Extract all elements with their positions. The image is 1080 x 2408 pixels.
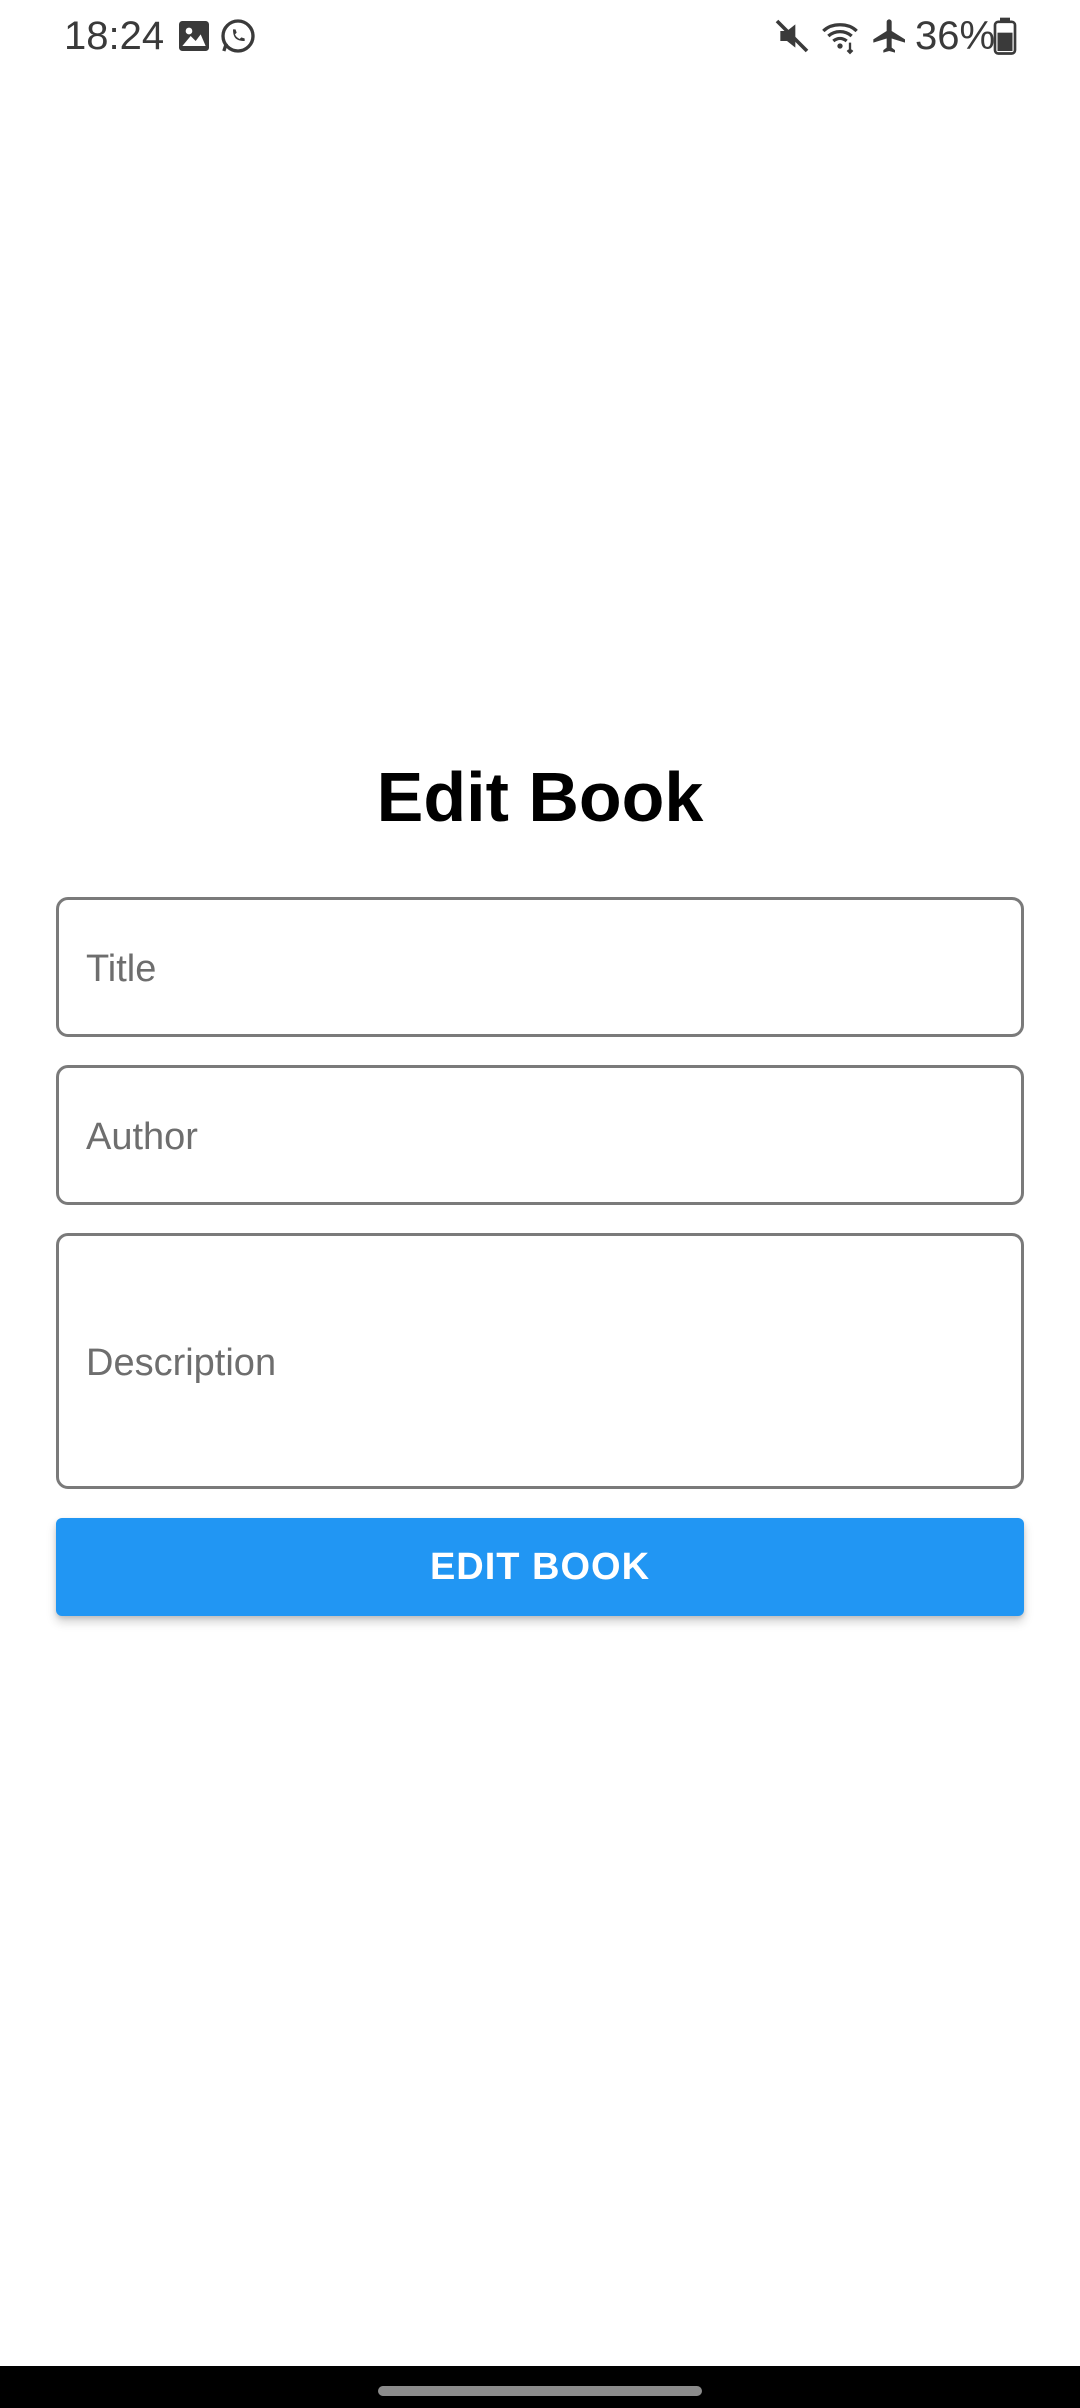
- edit-book-button[interactable]: EDIT BOOK: [56, 1518, 1024, 1616]
- status-bar: 18:24 36%: [0, 0, 1080, 72]
- page-title: Edit Book: [376, 758, 704, 836]
- battery-percent: 36%: [915, 14, 996, 58]
- whatsapp-icon: [221, 19, 255, 53]
- mute-icon: [775, 19, 809, 53]
- battery-icon: [993, 17, 1017, 55]
- title-placeholder: Title: [86, 948, 157, 990]
- author-placeholder: Author: [86, 1116, 198, 1158]
- home-gesture-handle[interactable]: [378, 2386, 702, 2396]
- author-input[interactable]: Author: [56, 1065, 1024, 1205]
- navigation-bar: [0, 2366, 1080, 2408]
- description-placeholder: Description: [86, 1342, 277, 1384]
- wifi-icon: [822, 23, 858, 55]
- image-icon: [179, 21, 209, 51]
- description-input[interactable]: Description: [56, 1233, 1024, 1489]
- title-input[interactable]: Title: [56, 897, 1024, 1037]
- airplane-mode-icon: [873, 19, 905, 53]
- status-time: 18:24: [64, 14, 165, 58]
